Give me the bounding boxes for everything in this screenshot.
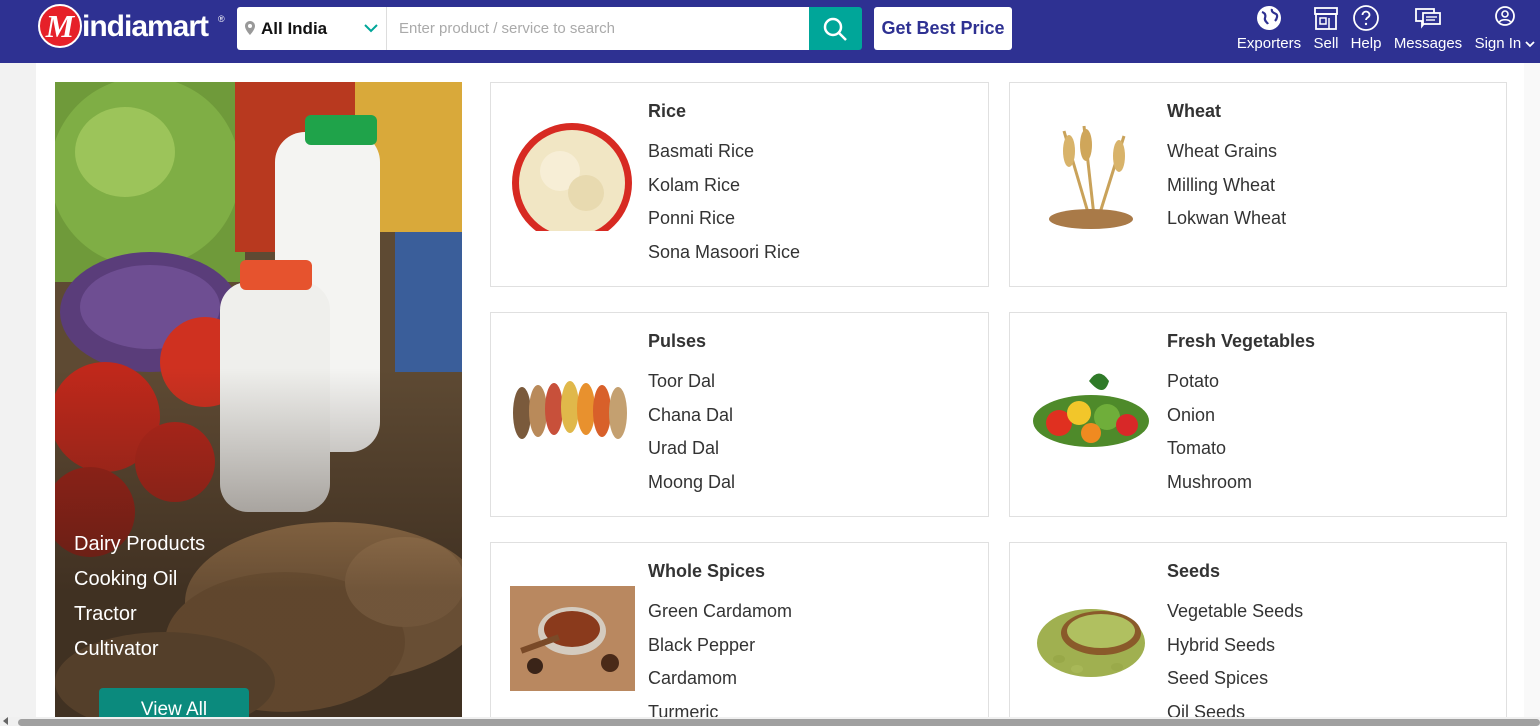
horizontal-scrollbar[interactable] [0, 717, 1540, 726]
category-item-list: Vegetable Seeds Hybrid Seeds Seed Spices… [1167, 595, 1303, 726]
category-item[interactable]: Potato [1167, 365, 1252, 399]
category-item[interactable]: Lokwan Wheat [1167, 202, 1286, 236]
spice-bowl-image[interactable] [510, 581, 635, 691]
category-item[interactable]: Wheat Grains [1167, 135, 1286, 169]
category-item[interactable]: Vegetable Seeds [1167, 595, 1303, 629]
user-icon [1495, 6, 1515, 26]
hero-link-dairy-products[interactable]: Dairy Products [74, 527, 205, 562]
category-item[interactable]: Basmati Rice [648, 135, 800, 169]
category-item[interactable]: Ponni Rice [648, 202, 800, 236]
category-item[interactable]: Hybrid Seeds [1167, 629, 1303, 663]
logo-wordmark: indiamart [82, 10, 209, 43]
indiamart-logo[interactable]: M indiamart ® [38, 4, 228, 48]
category-item[interactable]: Sona Masoori Rice [648, 236, 800, 270]
category-item[interactable]: Milling Wheat [1167, 169, 1286, 203]
nav-sell[interactable]: Sell [1311, 4, 1341, 58]
chevron-down-icon [1525, 41, 1536, 48]
sign-in-text: Sign In [1474, 35, 1522, 52]
category-card-wheat: Wheat Wheat Grains Milling Wheat Lokwan … [1009, 82, 1507, 287]
messages-icon [1415, 8, 1441, 29]
globe-icon [1257, 6, 1281, 30]
nav-help-label: Help [1350, 35, 1382, 52]
nav-exporters-label: Exporters [1236, 35, 1302, 52]
hero-link-tractor[interactable]: Tractor [74, 597, 205, 632]
category-item[interactable]: Moong Dal [648, 466, 735, 500]
category-item[interactable]: Toor Dal [648, 365, 735, 399]
hero-link-list: Dairy Products Cooking Oil Tractor Culti… [74, 527, 205, 667]
category-item[interactable]: Cardamom [648, 662, 792, 696]
category-card-whole-spices: Whole Spices Green Cardamom Black Pepper… [490, 542, 989, 726]
category-item-list: Basmati Rice Kolam Rice Ponni Rice Sona … [648, 135, 800, 270]
category-title[interactable]: Pulses [648, 331, 706, 352]
category-item[interactable]: Seed Spices [1167, 662, 1303, 696]
category-title[interactable]: Seeds [1167, 561, 1220, 582]
category-item[interactable]: Black Pepper [648, 629, 792, 663]
logo-m-mark: M [38, 4, 82, 48]
wheat-stalks-image[interactable] [1029, 121, 1154, 231]
scroll-left-arrow-icon[interactable] [3, 717, 8, 725]
category-title[interactable]: Whole Spices [648, 561, 765, 582]
nav-sign-in-label: Sign In [1474, 35, 1536, 52]
chevron-down-icon [364, 24, 378, 33]
category-item[interactable]: Mushroom [1167, 466, 1252, 500]
location-label: All India [261, 19, 328, 38]
hero-link-cultivator[interactable]: Cultivator [74, 632, 205, 667]
pulses-scoops-image[interactable] [510, 351, 635, 461]
category-item-list: Wheat Grains Milling Wheat Lokwan Wheat [1167, 135, 1286, 236]
store-icon [1314, 7, 1338, 30]
category-item[interactable]: Tomato [1167, 432, 1252, 466]
search-input[interactable] [387, 7, 809, 50]
logo-registered-mark: ® [218, 14, 225, 24]
category-item-list: Potato Onion Tomato Mushroom [1167, 365, 1252, 500]
category-item-list: Green Cardamom Black Pepper Cardamom Tur… [648, 595, 792, 726]
category-item-list: Toor Dal Chana Dal Urad Dal Moong Dal [648, 365, 735, 500]
category-card-fresh-vegetables: Fresh Vegetables Potato Onion Tomato Mus… [1009, 312, 1507, 517]
rice-bowl-image[interactable] [510, 121, 635, 231]
category-title[interactable]: Rice [648, 101, 686, 122]
category-card-seeds: Seeds Vegetable Seeds Hybrid Seeds Seed … [1009, 542, 1507, 726]
search-button[interactable] [809, 7, 862, 50]
nav-sell-label: Sell [1313, 35, 1339, 52]
nav-messages-label: Messages [1393, 35, 1463, 52]
category-card-rice: Rice Basmati Rice Kolam Rice Ponni Rice … [490, 82, 989, 287]
nav-help[interactable]: Help [1349, 4, 1383, 58]
seeds-basket-image[interactable] [1029, 581, 1154, 691]
nav-sign-in[interactable]: Sign In [1474, 4, 1536, 58]
location-selector[interactable]: All India [237, 7, 387, 50]
category-card-pulses: Pulses Toor Dal Chana Dal Urad Dal Moong… [490, 312, 989, 517]
view-all-button[interactable]: View All [99, 688, 249, 718]
hero-banner[interactable]: Dairy Products Cooking Oil Tractor Culti… [55, 82, 462, 718]
top-header: M indiamart ® All India Get Best Price E… [0, 0, 1540, 63]
hero-link-cooking-oil[interactable]: Cooking Oil [74, 562, 205, 597]
nav-exporters[interactable]: Exporters [1236, 4, 1302, 58]
category-item[interactable]: Kolam Rice [648, 169, 800, 203]
nav-messages[interactable]: Messages [1393, 4, 1463, 58]
category-item[interactable]: Onion [1167, 399, 1252, 433]
category-item[interactable]: Chana Dal [648, 399, 735, 433]
location-pin-icon [245, 21, 255, 35]
category-item[interactable]: Green Cardamom [648, 595, 792, 629]
category-title[interactable]: Fresh Vegetables [1167, 331, 1315, 352]
scrollbar-thumb[interactable] [18, 719, 1540, 726]
help-icon [1353, 5, 1379, 31]
search-icon [823, 17, 847, 41]
left-gutter [0, 63, 36, 726]
get-best-price-button[interactable]: Get Best Price [874, 7, 1012, 50]
category-title[interactable]: Wheat [1167, 101, 1221, 122]
vegetable-pile-image[interactable] [1029, 351, 1154, 461]
vertical-scrollbar[interactable] [1524, 63, 1540, 717]
category-item[interactable]: Urad Dal [648, 432, 735, 466]
